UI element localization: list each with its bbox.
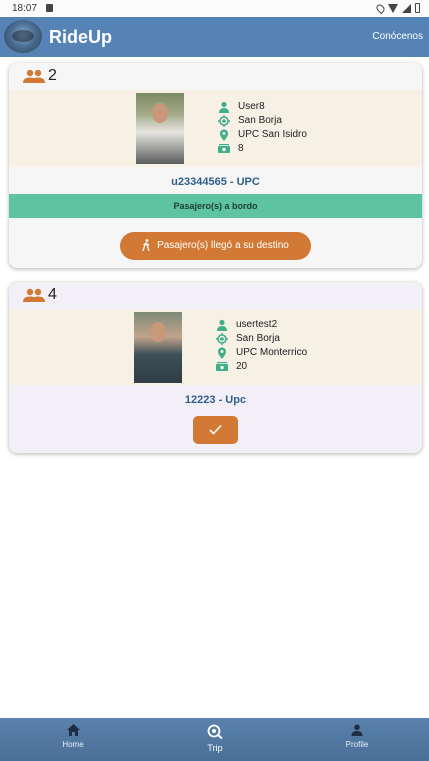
driver-info: usertest2 San Borja UPC Monterrico 20 (9, 309, 422, 385)
nav-trip-label: Trip (207, 743, 223, 753)
trip-code: 12223 - Upc (184, 394, 247, 406)
check-icon (209, 424, 222, 435)
passenger-count: 4 (48, 286, 57, 303)
confirm-button[interactable] (193, 416, 238, 444)
group-icon (23, 69, 45, 83)
walk-icon (142, 239, 150, 252)
card-header: 2 (9, 63, 422, 90)
price: 20 (236, 361, 248, 372)
my-location-icon (218, 115, 230, 127)
destination: UPC Monterrico (236, 347, 308, 358)
nav-home[interactable]: Home (33, 724, 113, 749)
person-icon (351, 724, 363, 736)
passenger-count: 2 (48, 67, 57, 84)
sim-icon (46, 4, 53, 12)
app-bar: RideUp Conócenos (0, 17, 429, 57)
app-logo (4, 20, 42, 53)
money-icon (218, 144, 230, 153)
trip-search-icon (207, 724, 223, 740)
location-status-icon (374, 2, 387, 14)
card-header: 4 (9, 282, 422, 309)
trip-card: 2 User8 San Borja UPC San Isidro 8 u2334… (9, 63, 422, 268)
signal-icon (402, 3, 411, 13)
bottom-navigation: Home Trip Profile (0, 718, 429, 761)
origin: San Borja (238, 115, 282, 126)
person-icon (217, 319, 227, 331)
group-icon (23, 288, 45, 302)
about-link[interactable]: Conócenos (372, 31, 423, 42)
app-title: RideUp (49, 27, 112, 47)
username: User8 (238, 101, 265, 112)
price: 8 (238, 143, 244, 154)
origin: San Borja (236, 333, 280, 344)
nav-profile-label: Profile (345, 740, 369, 749)
status-banner: Pasajero(s) a bordo (9, 194, 422, 218)
status-icons (374, 2, 420, 14)
battery-icon (415, 3, 420, 13)
location-pin-icon (218, 347, 226, 359)
home-icon (66, 724, 80, 736)
status-bar: 18:07 (0, 0, 429, 17)
money-icon (216, 362, 228, 371)
destination: UPC San Isidro (238, 129, 307, 140)
driver-info: User8 San Borja UPC San Isidro 8 (9, 90, 422, 167)
my-location-icon (216, 333, 228, 345)
driver-photo (134, 312, 182, 383)
status-time: 18:07 (12, 3, 38, 14)
nav-home-label: Home (62, 740, 84, 749)
wifi-icon (388, 3, 398, 13)
location-pin-icon (220, 129, 228, 141)
username: usertest2 (236, 319, 278, 330)
person-icon (219, 101, 229, 113)
trip-code: u23344565 - UPC (171, 176, 260, 188)
arrived-destination-button[interactable]: Pasajero(s) llegó a su destino (120, 232, 311, 260)
trip-card: 4 usertest2 San Borja UPC Monterrico 20 … (9, 282, 422, 453)
nav-trip[interactable]: Trip (175, 724, 255, 753)
arrived-destination-label: Pasajero(s) llegó a su destino (157, 240, 289, 251)
driver-photo (136, 93, 184, 164)
nav-profile[interactable]: Profile (317, 724, 397, 749)
